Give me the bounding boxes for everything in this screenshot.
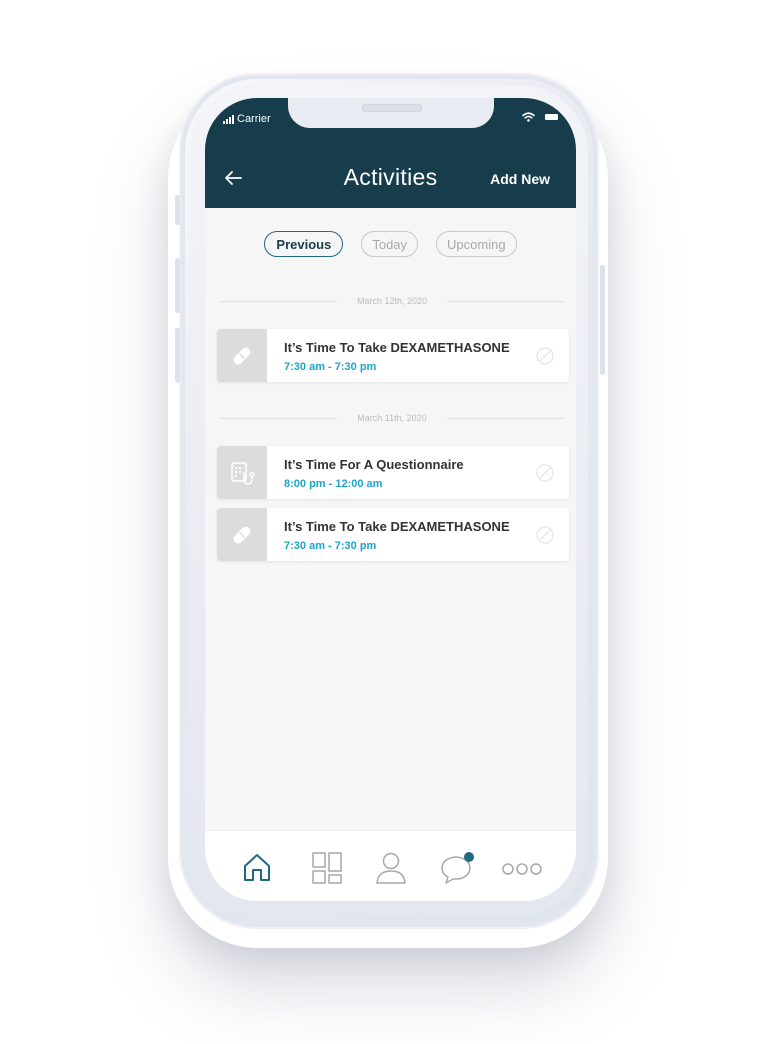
activity-title: It’s Time To Take DEXAMETHASONE (284, 340, 510, 355)
activity-time: 7:30 am - 7:30 pm (284, 361, 377, 373)
status-indicators (522, 112, 558, 122)
activity-time: 8:00 pm - 12:00 am (284, 478, 383, 490)
battery-icon (545, 114, 558, 120)
notification-dot (464, 852, 474, 862)
tab-today[interactable]: Today (361, 231, 419, 257)
activity-title: It’s Time For A Questionnaire (284, 457, 464, 472)
pill-icon (233, 526, 251, 543)
status-carrier: Carrier (223, 113, 271, 125)
nav-dashboard[interactable] (311, 851, 347, 887)
date-separator: March 11th, 2020 (219, 411, 565, 425)
nav-home[interactable] (241, 851, 277, 887)
add-new-button[interactable]: Add New (490, 171, 550, 187)
card-thumbnail (217, 508, 267, 561)
nav-more[interactable] (501, 855, 542, 891)
signal-icon (223, 114, 234, 124)
questionnaire-icon (231, 461, 255, 485)
nav-messages[interactable] (439, 851, 475, 887)
profile-icon (376, 852, 406, 884)
power-button (600, 265, 605, 375)
activity-title: It’s Time To Take DEXAMETHASONE (284, 519, 510, 534)
device-notch (288, 98, 494, 128)
pill-icon (233, 347, 251, 364)
device-mockup: Carrier Activities Add New Previous Toda… (0, 0, 776, 1044)
skip-icon[interactable] (536, 464, 554, 482)
date-label: March 11th, 2020 (357, 413, 427, 423)
volume-up-button (175, 258, 180, 313)
skip-icon[interactable] (536, 347, 554, 365)
activity-time: 7:30 am - 7:30 pm (284, 540, 377, 552)
wifi-icon (522, 112, 535, 122)
home-icon (244, 854, 270, 881)
dashboard-icon (312, 852, 342, 884)
more-icon (502, 863, 542, 875)
tab-upcoming[interactable]: Upcoming (436, 231, 517, 257)
carrier-label: Carrier (237, 113, 271, 125)
activity-card[interactable]: It’s Time For A Questionnaire 8:00 pm - … (217, 446, 569, 499)
speaker-grille (362, 104, 422, 112)
app-screen: Carrier Activities Add New Previous Toda… (205, 98, 576, 901)
skip-icon[interactable] (536, 526, 554, 544)
activity-card[interactable]: It’s Time To Take DEXAMETHASONE 7:30 am … (217, 508, 569, 561)
volume-down-button (175, 328, 180, 383)
date-separator: March 12th, 2020 (219, 294, 565, 308)
activity-card[interactable]: It’s Time To Take DEXAMETHASONE 7:30 am … (217, 329, 569, 382)
bottom-nav (205, 830, 576, 901)
card-thumbnail (217, 329, 267, 382)
mute-switch (175, 195, 180, 225)
chat-icon (441, 852, 474, 884)
card-thumbnail (217, 446, 267, 499)
date-label: March 12th, 2020 (356, 296, 428, 306)
tab-previous[interactable]: Previous (264, 231, 344, 257)
filter-tabs: Previous Today Upcoming (205, 231, 576, 257)
nav-profile[interactable] (375, 851, 411, 887)
